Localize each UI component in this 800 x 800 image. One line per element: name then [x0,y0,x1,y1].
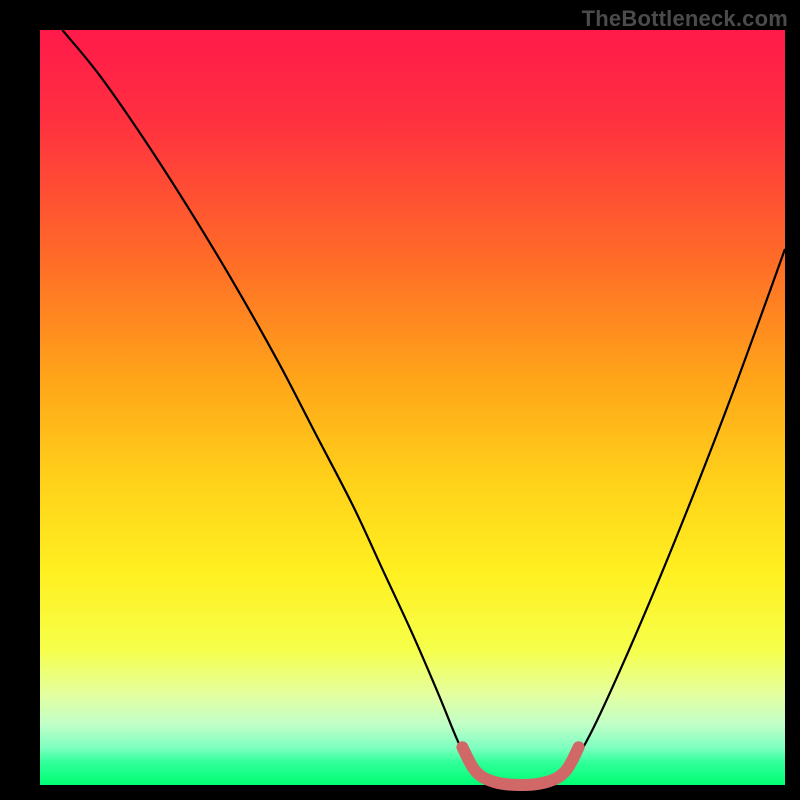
chart-frame: TheBottleneck.com [0,0,800,800]
bottleneck-chart [0,0,800,800]
chart-gradient-background [40,30,785,785]
